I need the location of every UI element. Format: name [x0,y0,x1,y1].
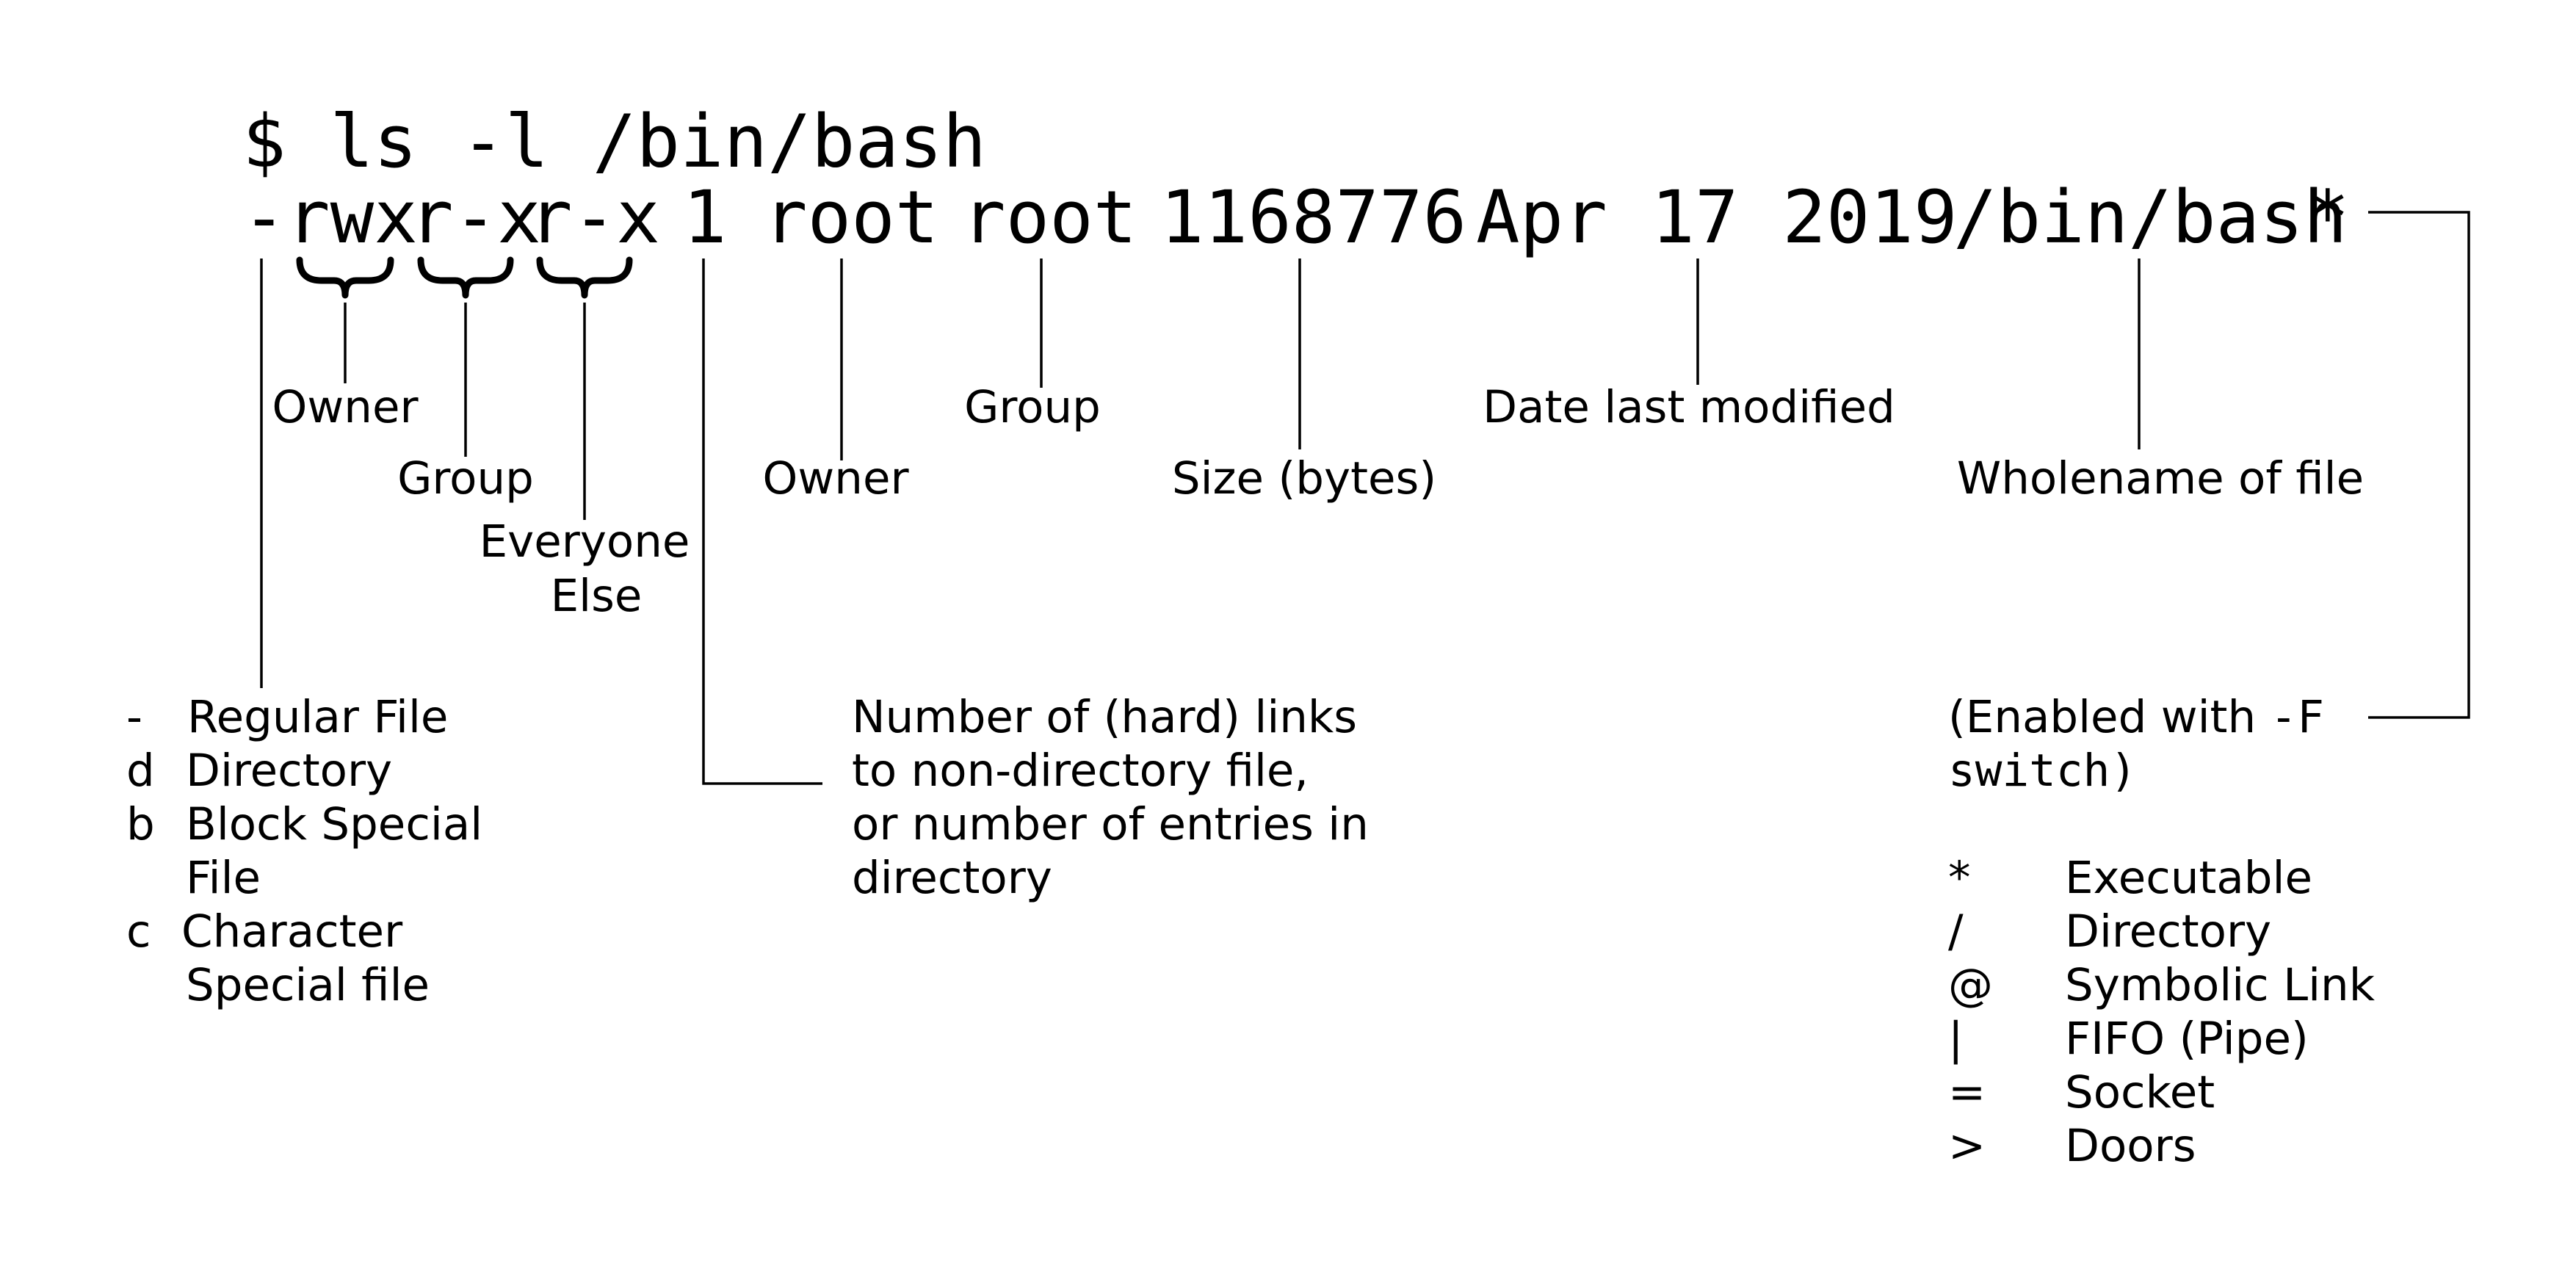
date-label: Date last modified [1483,381,1895,433]
group-name: root [962,176,1137,260]
indicator-meaning: FIFO (Pipe) [2065,1013,2309,1065]
indicator-meaning: Symbolic Link [2065,959,2376,1011]
switch-note-flag: -F [2271,691,2324,743]
indicator-meaning: Doors [2065,1120,2196,1172]
size-label: Size (bytes) [1172,452,1436,505]
links-note-line: to non-directory file, [852,745,1309,797]
modified-date: Apr 17 2019 [1476,176,1958,260]
perm-everyone-label-line2: Else [551,570,643,622]
file-type-desc: Character [181,905,403,958]
switch-note-line1: (Enabled with -F [1948,691,2324,743]
indicator-meaning: Directory [2065,905,2271,958]
group-brace [417,256,514,299]
file-path: /bin/bash [1953,176,2347,260]
perm-owner-label: Owner [272,381,419,433]
link-count-leader [702,258,822,785]
group-label: Group [964,381,1101,433]
switch-note-prefix: (Enabled with [1948,691,2271,743]
indicator-symbol: > [1948,1120,1986,1172]
file-type-char: - [242,176,286,260]
indicator-leader [2368,211,2470,719]
type-indicator: * [2306,176,2350,260]
indicator-legend: * Executable / Directory @ Symbolic Link… [1948,852,2376,1172]
file-type-code: b [126,798,155,850]
indicator-meaning: Socket [2065,1066,2215,1118]
file-type-desc: Regular File [187,691,448,743]
links-note-line: directory [852,852,1052,904]
perm-group: r-x [410,176,541,260]
file-type-code: c [126,905,151,958]
perm-group-label: Group [397,452,534,505]
file-type-desc-cont: File [186,852,261,904]
perm-everyone: r-x [529,176,660,260]
indicator-symbol: = [1948,1066,1986,1118]
perm-owner: rwx [286,176,418,260]
indicator-meaning: Executable [2065,852,2312,904]
file-type-legend: - Regular File d Directory b Block Speci… [126,691,482,1011]
link-count: 1 [683,176,727,260]
indicator-symbol: | [1948,1013,1964,1065]
indicator-symbol: * [1948,852,1971,904]
links-note: Number of (hard) links to non-directory … [852,691,1369,904]
file-type-desc: Block Special [186,798,482,850]
switch-note-line2: switch) [1948,745,2137,797]
switch-note: (Enabled with -F switch) [1948,691,2324,797]
indicator-symbol: @ [1948,959,1993,1011]
file-size: 1168776 [1160,176,1466,260]
file-type-desc-cont: Special file [186,959,430,1011]
filename-label: Wholename of file [1957,452,2364,505]
command-prompt-line: $ ls -l /bin/bash [242,100,986,184]
file-type-code: - [126,691,142,743]
links-note-line: or number of entries in [852,798,1369,850]
ls-long-listing-diagram: $ ls -l /bin/bash - rwx r-x r-x 1 root r… [126,100,2470,1172]
owner-name: root [764,176,938,260]
owner-label: Owner [762,452,909,505]
everyone-brace [536,256,633,299]
file-type-code: d [126,745,155,797]
perm-everyone-label-line1: Everyone [480,516,690,568]
file-type-desc: Directory [186,745,392,797]
links-note-line: Number of (hard) links [852,691,1357,743]
indicator-symbol: / [1948,905,1964,958]
owner-brace [296,256,394,299]
